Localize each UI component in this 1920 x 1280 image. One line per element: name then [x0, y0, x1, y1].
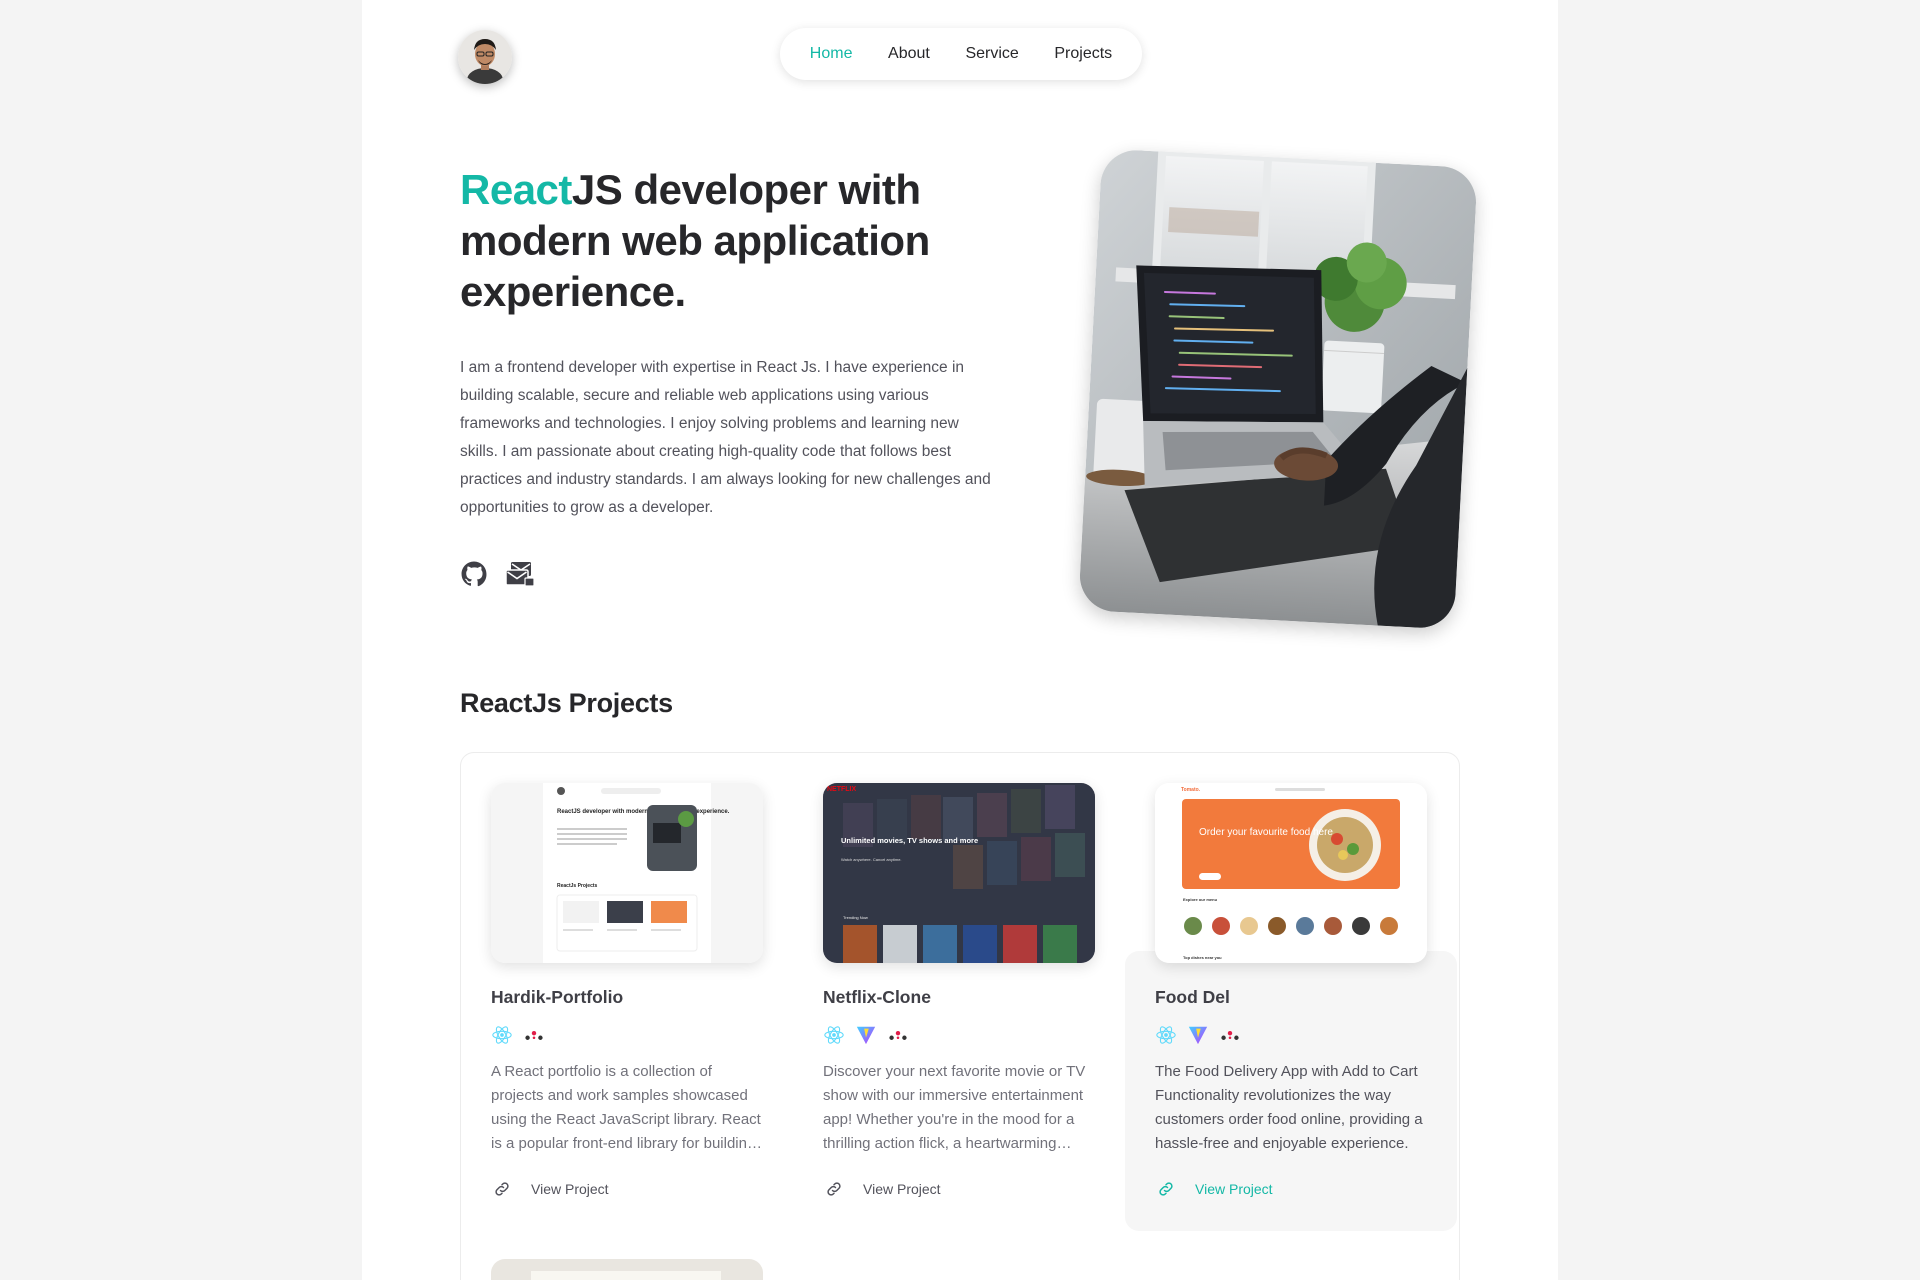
project-card-portfolio: ReactJS developer with modern web applic… — [491, 783, 763, 1200]
portfolio-screenshot: ReactJS developer with modern web applic… — [491, 783, 763, 963]
netflix-screenshot: NETFLIX Unlimited movies, TV shows and m… — [823, 783, 1095, 963]
vite-icon — [855, 1024, 877, 1046]
thumb-food-dishes-label: Top dishes near you — [1183, 955, 1222, 960]
tech-stack — [491, 1024, 763, 1046]
hero-title: ReactJS developer with modern web applic… — [460, 164, 980, 317]
tech-stack — [1155, 1024, 1427, 1046]
project-title: Netflix-Clone — [823, 987, 931, 1007]
view-project-link[interactable]: View Project — [1155, 1178, 1427, 1200]
main-nav: Home About Service Projects — [780, 28, 1142, 80]
view-project-label: View Project — [1195, 1181, 1273, 1197]
link-icon — [1155, 1178, 1177, 1200]
avatar-photo — [458, 30, 512, 84]
thumb-netflix-headline: Unlimited movies, TV shows and more — [841, 836, 978, 845]
project-card-food-del: Tomato. Order your favourite food here E… — [1125, 783, 1457, 1231]
thumb-food-brand: Tomato. — [1181, 787, 1201, 793]
nav-projects[interactable]: Projects — [1054, 45, 1112, 63]
thumb-netflix-subline: Watch anywhere. Cancel anytime. — [841, 857, 902, 862]
thumb-netflix-row-label: Trending Now — [843, 915, 868, 920]
project-thumbnail-portfolio[interactable]: ReactJS developer with modern web applic… — [491, 783, 763, 963]
router-icon — [523, 1024, 545, 1046]
react-icon — [491, 1024, 513, 1046]
thumb-food-headline: Order your favourite food here — [1199, 827, 1333, 838]
view-project-label: View Project — [863, 1181, 941, 1197]
nav-service[interactable]: Service — [965, 45, 1018, 63]
project-description: Discover your next favorite movie or TV … — [823, 1063, 1086, 1152]
hero-image — [1078, 148, 1478, 630]
hero-title-accent: React — [460, 166, 572, 213]
projects-grid: ReactJS developer with modern web applic… — [460, 752, 1460, 1280]
food-del-screenshot: Tomato. Order your favourite food here E… — [1155, 783, 1427, 963]
thumb-portfolio-heading: ReactJS developer with modern web applic… — [557, 809, 730, 815]
router-icon — [887, 1024, 909, 1046]
vite-icon — [1187, 1024, 1209, 1046]
react-icon — [1155, 1024, 1177, 1046]
thumb-netflix-brand: NETFLIX — [827, 786, 856, 793]
project-thumbnail-netflix[interactable]: NETFLIX Unlimited movies, TV shows and m… — [823, 783, 1095, 963]
link-icon — [491, 1178, 513, 1200]
view-project-link[interactable]: View Project — [823, 1178, 1095, 1200]
thumb-food-menu-label: Explore our menu — [1183, 897, 1218, 902]
mail-icon — [505, 562, 535, 587]
react-icon — [823, 1024, 845, 1046]
router-icon — [1219, 1024, 1241, 1046]
nav-home[interactable]: Home — [810, 45, 853, 63]
github-link[interactable] — [458, 558, 490, 590]
projects-section-title: ReactJs Projects — [460, 688, 673, 718]
laptop-workspace-image — [1078, 148, 1478, 630]
project-title: Hardik-Portfolio — [491, 987, 624, 1007]
page: Home About Service Projects ReactJS deve… — [362, 0, 1558, 1280]
github-icon — [461, 561, 487, 587]
project-card-netflix: NETFLIX Unlimited movies, TV shows and m… — [823, 783, 1095, 1200]
view-project-label: View Project — [531, 1181, 609, 1197]
project-description: A React portfolio is a collection of pro… — [491, 1063, 761, 1152]
project-thumbnail-food-del[interactable]: Tomato. Order your favourite food here E… — [1155, 783, 1427, 963]
hero-description: I am a frontend developer with expertise… — [460, 359, 991, 516]
project-thumbnail-next[interactable] — [491, 1259, 763, 1280]
view-project-link[interactable]: View Project — [491, 1178, 763, 1200]
project-description: The Food Delivery App with Add to Cart F… — [1155, 1063, 1423, 1152]
avatar[interactable] — [458, 30, 512, 84]
tech-stack — [823, 1024, 1095, 1046]
mail-link[interactable] — [504, 558, 536, 590]
nav-about[interactable]: About — [888, 45, 930, 63]
project-title: Food Del — [1155, 987, 1230, 1007]
link-icon — [823, 1178, 845, 1200]
thumb-portfolio-section: ReactJs Projects — [557, 883, 598, 889]
